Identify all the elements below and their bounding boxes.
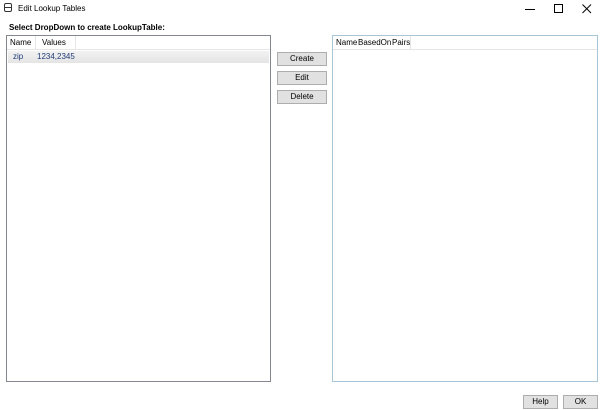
column-header-values[interactable]: Values xyxy=(42,38,66,47)
minimize-icon xyxy=(525,8,535,10)
column-divider[interactable] xyxy=(410,36,411,49)
edit-lookup-tables-window: Edit Lookup Tables Select DropDown to cr… xyxy=(0,0,602,410)
close-button[interactable] xyxy=(573,0,601,17)
delete-button[interactable]: Delete xyxy=(277,90,327,104)
table-row[interactable]: zip 1234,2345 xyxy=(8,51,269,63)
ok-button[interactable]: OK xyxy=(563,395,598,409)
edit-button[interactable]: Edit xyxy=(277,71,327,85)
column-header-name[interactable]: Name xyxy=(10,38,31,47)
app-icon xyxy=(4,3,12,12)
create-button[interactable]: Create xyxy=(277,52,327,66)
lookup-table-list[interactable]: Name BasedOn Pairs xyxy=(332,35,598,382)
row-name-cell: zip xyxy=(13,52,24,61)
column-header-basedon[interactable]: BasedOn xyxy=(358,38,391,47)
list-header: Name Values xyxy=(7,36,270,50)
row-values-cell: 1234,2345 xyxy=(37,52,75,61)
dropdown-list[interactable]: Name Values zip 1234,2345 xyxy=(6,35,271,382)
column-divider[interactable] xyxy=(75,36,76,49)
column-divider[interactable] xyxy=(35,36,36,49)
window-title: Edit Lookup Tables xyxy=(18,4,86,13)
close-icon xyxy=(582,3,592,13)
help-button[interactable]: Help xyxy=(523,395,558,409)
list-header: Name BasedOn Pairs xyxy=(333,36,597,50)
minimize-button[interactable] xyxy=(516,0,544,17)
maximize-button[interactable] xyxy=(545,0,573,17)
title-bar: Edit Lookup Tables xyxy=(0,0,602,17)
instruction-label: Select DropDown to create LookupTable: xyxy=(9,23,165,32)
column-header-name[interactable]: Name xyxy=(336,38,357,47)
column-header-pairs[interactable]: Pairs xyxy=(392,38,410,47)
maximize-icon xyxy=(554,3,563,13)
